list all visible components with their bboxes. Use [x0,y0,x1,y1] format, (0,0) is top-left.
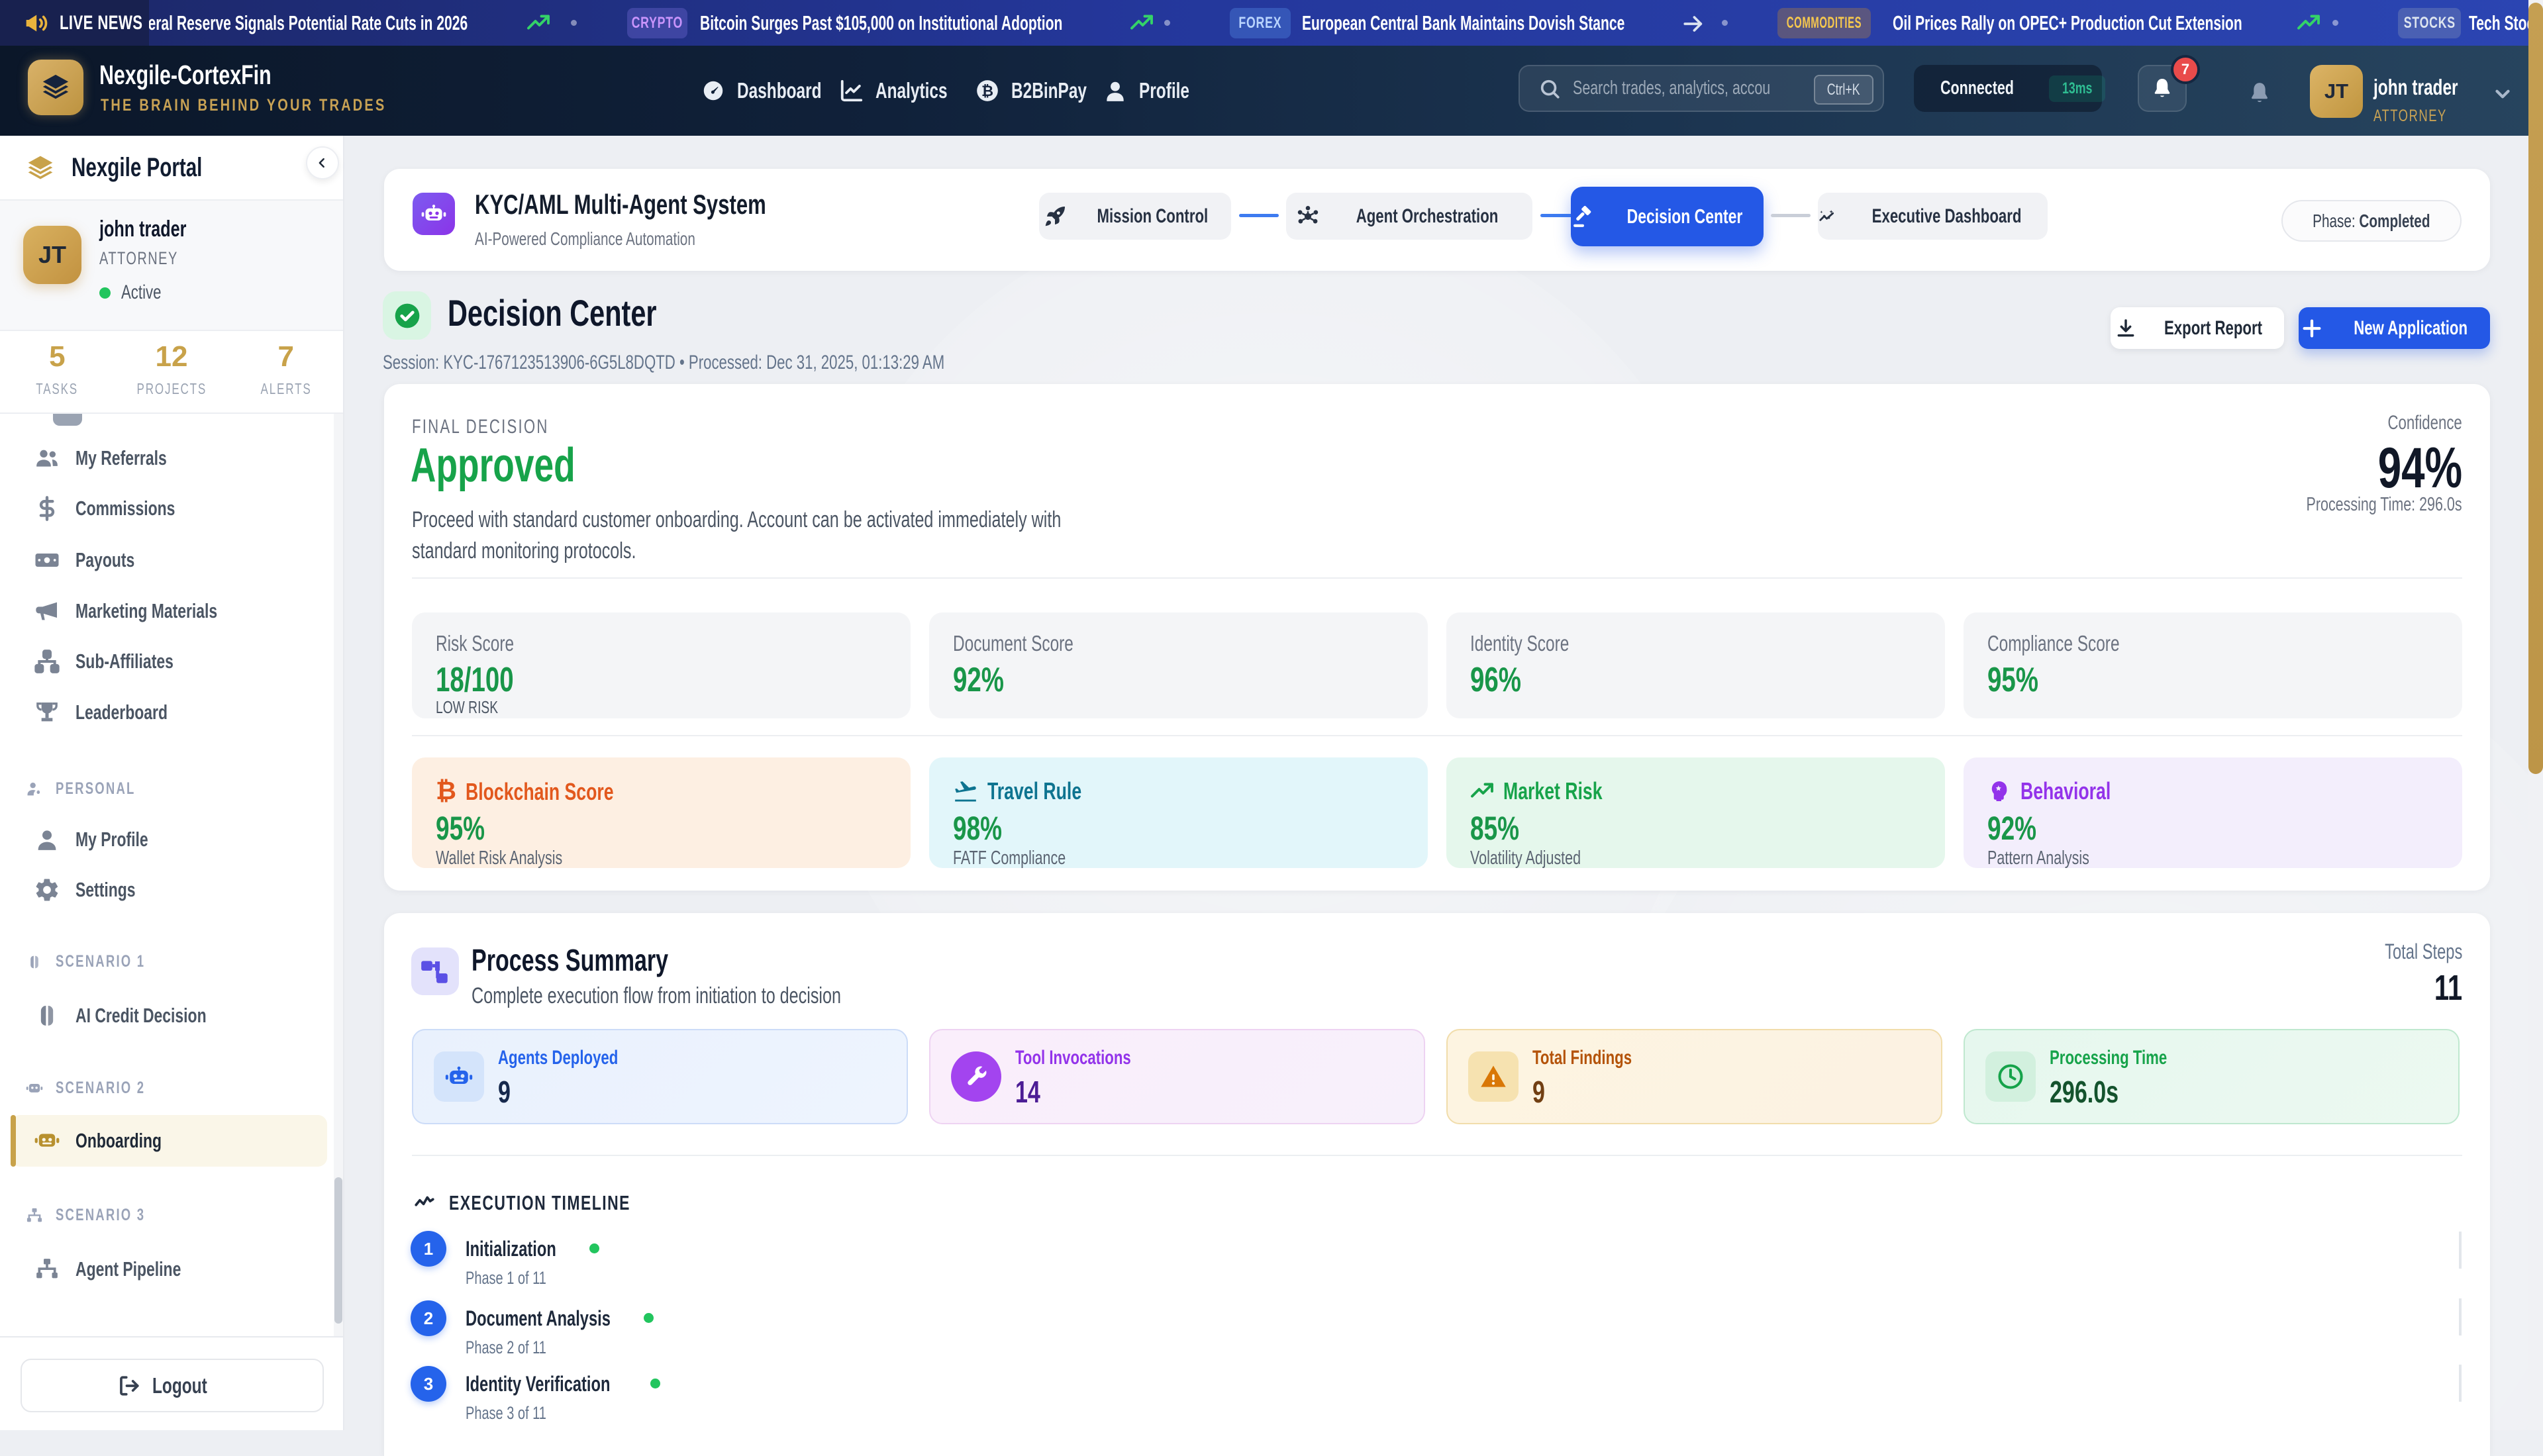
svg-text:₿: ₿ [981,83,993,99]
